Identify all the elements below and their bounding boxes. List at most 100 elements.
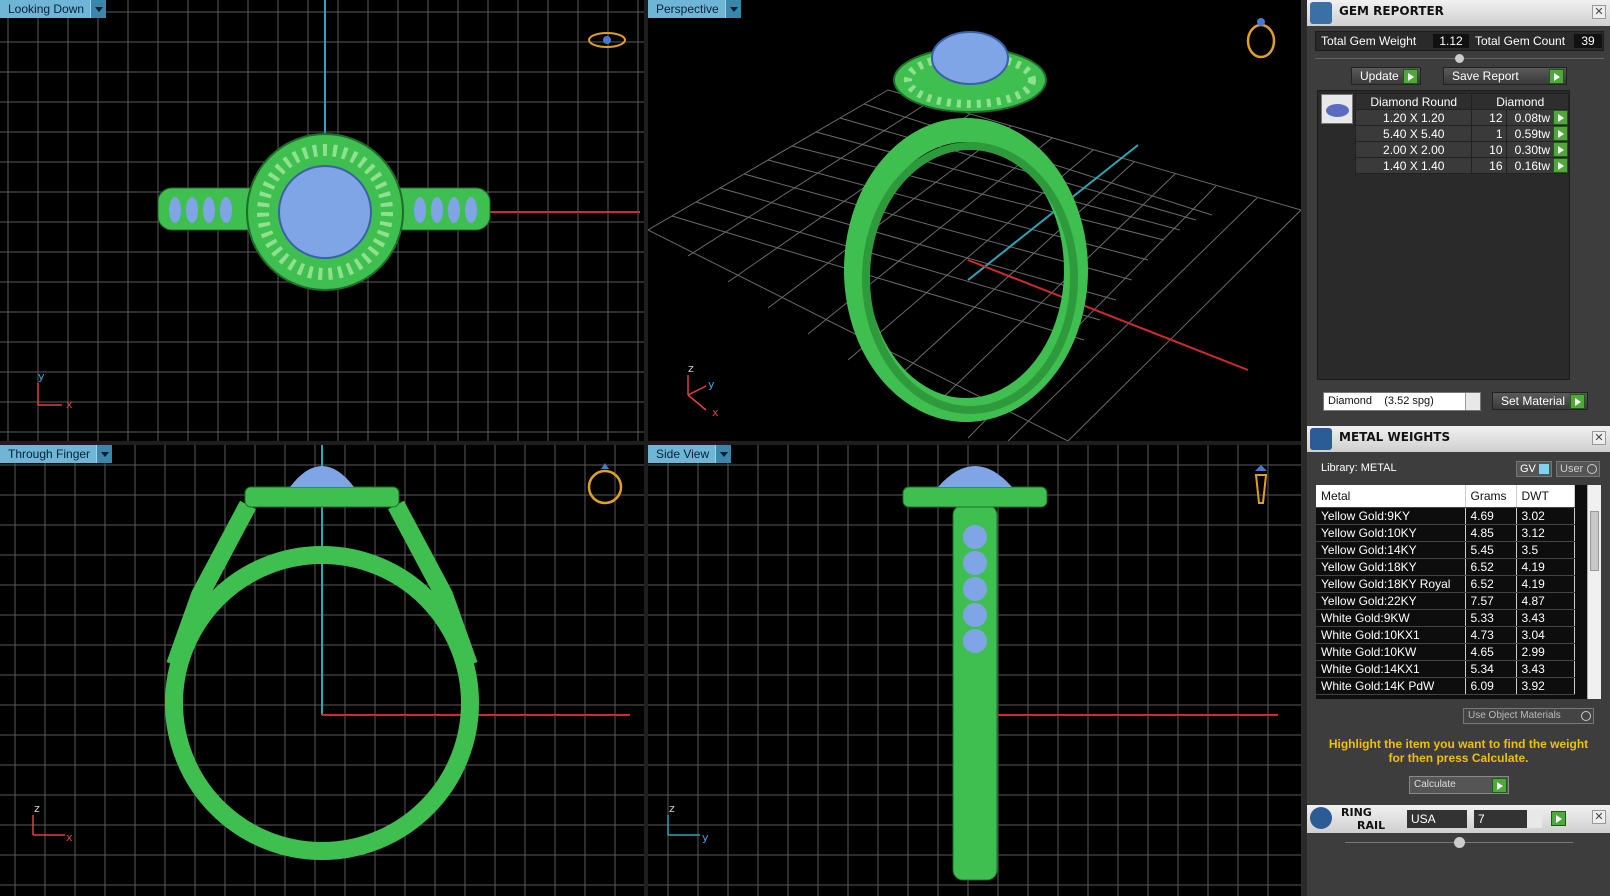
metal-grams: 7.57: [1465, 592, 1517, 610]
ring-size-select[interactable]: 7: [1474, 810, 1542, 828]
ring-orientation-icon[interactable]: [588, 32, 626, 48]
axis-x-line: [967, 259, 1249, 371]
gem-weight-cell: 0.08tw: [1505, 109, 1570, 126]
chevron-down-icon[interactable]: [96, 445, 113, 463]
save-report-button[interactable]: Save Report: [1443, 67, 1567, 85]
scrollbar-thumb[interactable]: [1590, 511, 1599, 571]
gem-size: 1.40 X 1.40: [1354, 157, 1473, 174]
metal-row[interactable]: Yellow Gold:9KY 4.69 3.02: [1316, 507, 1575, 525]
ring-orientation-icon[interactable]: [1246, 18, 1276, 59]
chevron-down-icon[interactable]: [715, 445, 732, 463]
play-icon[interactable]: [1553, 158, 1568, 173]
shank-gems: [963, 525, 987, 653]
viewport-side-view[interactable]: Side View z y: [648, 445, 1301, 896]
gem-size: 2.00 X 2.00: [1354, 141, 1473, 158]
metal-dwt: 3.02: [1516, 507, 1575, 525]
metal-col-grams: Grams: [1465, 485, 1517, 508]
gv-toggle[interactable]: GV: [1516, 461, 1552, 477]
scale-icon: [1310, 428, 1332, 450]
material-select[interactable]: Diamond (3.52 spg): [1323, 392, 1481, 411]
panel-divider[interactable]: [1301, 0, 1307, 896]
viewport-label-text: Through Finger: [8, 447, 91, 461]
viewport-label-side-view[interactable]: Side View: [648, 445, 732, 463]
ring-rail-title-line1: RING: [1341, 806, 1372, 819]
metal-row[interactable]: Yellow Gold:14KY 5.45 3.5: [1316, 541, 1575, 559]
ring-rail-knob[interactable]: [1454, 837, 1465, 848]
play-icon[interactable]: [1553, 142, 1568, 157]
center-gem: [931, 31, 1009, 85]
metal-col-metal: Metal: [1316, 485, 1466, 508]
user-label: User: [1560, 463, 1584, 475]
update-button[interactable]: Update: [1351, 67, 1421, 85]
metal-grams: 4.73: [1465, 626, 1517, 644]
metal-row[interactable]: White Gold:10KW 4.65 2.99: [1316, 643, 1575, 661]
play-icon[interactable]: [1551, 811, 1566, 826]
play-icon[interactable]: [1570, 394, 1585, 409]
axis-label-z: z: [34, 802, 40, 815]
gem-row[interactable]: 2.00 X 2.00 10 0.30tw: [1354, 141, 1570, 158]
calculate-button[interactable]: Calculate: [1409, 776, 1509, 794]
ring-rail-title-line2: RAIL: [1357, 819, 1386, 832]
metal-table: Metal Grams DWT Yellow Gold:9KY 4.69 3.02 …: [1316, 485, 1575, 695]
viewport-label-looking-down[interactable]: Looking Down: [0, 0, 107, 18]
metal-row[interactable]: Yellow Gold:18KY 6.52 4.19: [1316, 558, 1575, 576]
play-icon[interactable]: [1553, 110, 1568, 125]
metal-name: White Gold:10KW: [1316, 643, 1466, 661]
diamond-icon: [1326, 104, 1349, 117]
toggle-indicator: [1587, 464, 1597, 474]
close-icon[interactable]: ✕: [1592, 431, 1606, 445]
viewport-perspective[interactable]: Perspective z y x: [648, 0, 1301, 441]
close-icon[interactable]: ✕: [1592, 5, 1606, 19]
metal-row[interactable]: White Gold:14KX1 5.34 3.43: [1316, 660, 1575, 678]
gem-row[interactable]: 5.40 X 5.40 1 0.59tw: [1354, 125, 1570, 142]
metal-grams: 4.69: [1465, 507, 1517, 525]
total-gem-count-value: 39: [1574, 34, 1602, 48]
axis-label-x: x: [712, 406, 719, 419]
gem-count: 16: [1471, 157, 1507, 174]
ring-orientation-icon[interactable]: [587, 463, 623, 505]
metal-name: Yellow Gold:10KY: [1316, 524, 1466, 542]
viewport-label-through-finger[interactable]: Through Finger: [0, 445, 113, 463]
save-report-label: Save Report: [1452, 69, 1519, 83]
metal-dwt: 3.43: [1516, 609, 1575, 627]
axis-triad: [687, 375, 707, 411]
metal-row[interactable]: Yellow Gold:10KY 4.85 3.12: [1316, 524, 1575, 542]
gem-row[interactable]: 1.40 X 1.40 16 0.16tw: [1354, 157, 1570, 174]
gem-reporter-icon: [1310, 2, 1332, 24]
chevron-down-icon[interactable]: [90, 0, 107, 18]
chevron-down-icon[interactable]: [1465, 393, 1480, 410]
use-object-materials-toggle[interactable]: Use Object Materials: [1463, 708, 1594, 724]
metal-grams: 4.85: [1465, 524, 1517, 542]
user-toggle[interactable]: User: [1556, 461, 1600, 477]
ring-orientation-icon[interactable]: [1254, 465, 1268, 504]
metal-row[interactable]: White Gold:10KX1 4.73 3.04: [1316, 626, 1575, 644]
metal-row[interactable]: Yellow Gold:22KY 7.57 4.87: [1316, 592, 1575, 610]
viewport-through-finger[interactable]: Through Finger z x: [0, 445, 644, 896]
slider-knob[interactable]: [1455, 54, 1464, 63]
metal-row[interactable]: White Gold:9KW 5.33 3.43: [1316, 609, 1575, 627]
metal-name: Yellow Gold:9KY: [1316, 507, 1466, 525]
viewport-label-text: Perspective: [656, 2, 719, 16]
metal-grams: 4.65: [1465, 643, 1517, 661]
gem-weight-cell: 0.16tw: [1505, 157, 1570, 174]
metal-list-scrollbar[interactable]: [1587, 485, 1601, 699]
metal-dwt: 2.99: [1516, 643, 1575, 661]
toggle-indicator: [1539, 464, 1549, 474]
halo: [244, 486, 400, 508]
chevron-down-icon[interactable]: [1527, 810, 1542, 828]
metal-dwt: 4.19: [1516, 558, 1575, 576]
set-material-button[interactable]: Set Material: [1492, 392, 1588, 410]
viewport-looking-down[interactable]: Looking Down y x: [0, 0, 644, 441]
gem-table: Diamond Round Diamond 1.20 X 1.20 12 0.0…: [1354, 93, 1570, 174]
play-icon[interactable]: [1553, 126, 1568, 141]
metal-name: Yellow Gold:14KY: [1316, 541, 1466, 559]
gem-row[interactable]: 1.20 X 1.20 12 0.08tw: [1354, 109, 1570, 126]
chevron-down-icon[interactable]: [724, 0, 741, 18]
metal-row[interactable]: Yellow Gold:18KY Royal 6.52 4.19: [1316, 575, 1575, 593]
viewport-label-perspective[interactable]: Perspective: [648, 0, 741, 18]
gem-totals: Total Gem Weight 1.12 Total Gem Count 39: [1315, 31, 1604, 51]
metal-row[interactable]: White Gold:14K PdW 6.09 3.92: [1316, 677, 1575, 695]
close-icon[interactable]: ✕: [1592, 810, 1606, 824]
ring-region-field[interactable]: USA: [1407, 810, 1467, 828]
metal-dwt: 3.04: [1516, 626, 1575, 644]
